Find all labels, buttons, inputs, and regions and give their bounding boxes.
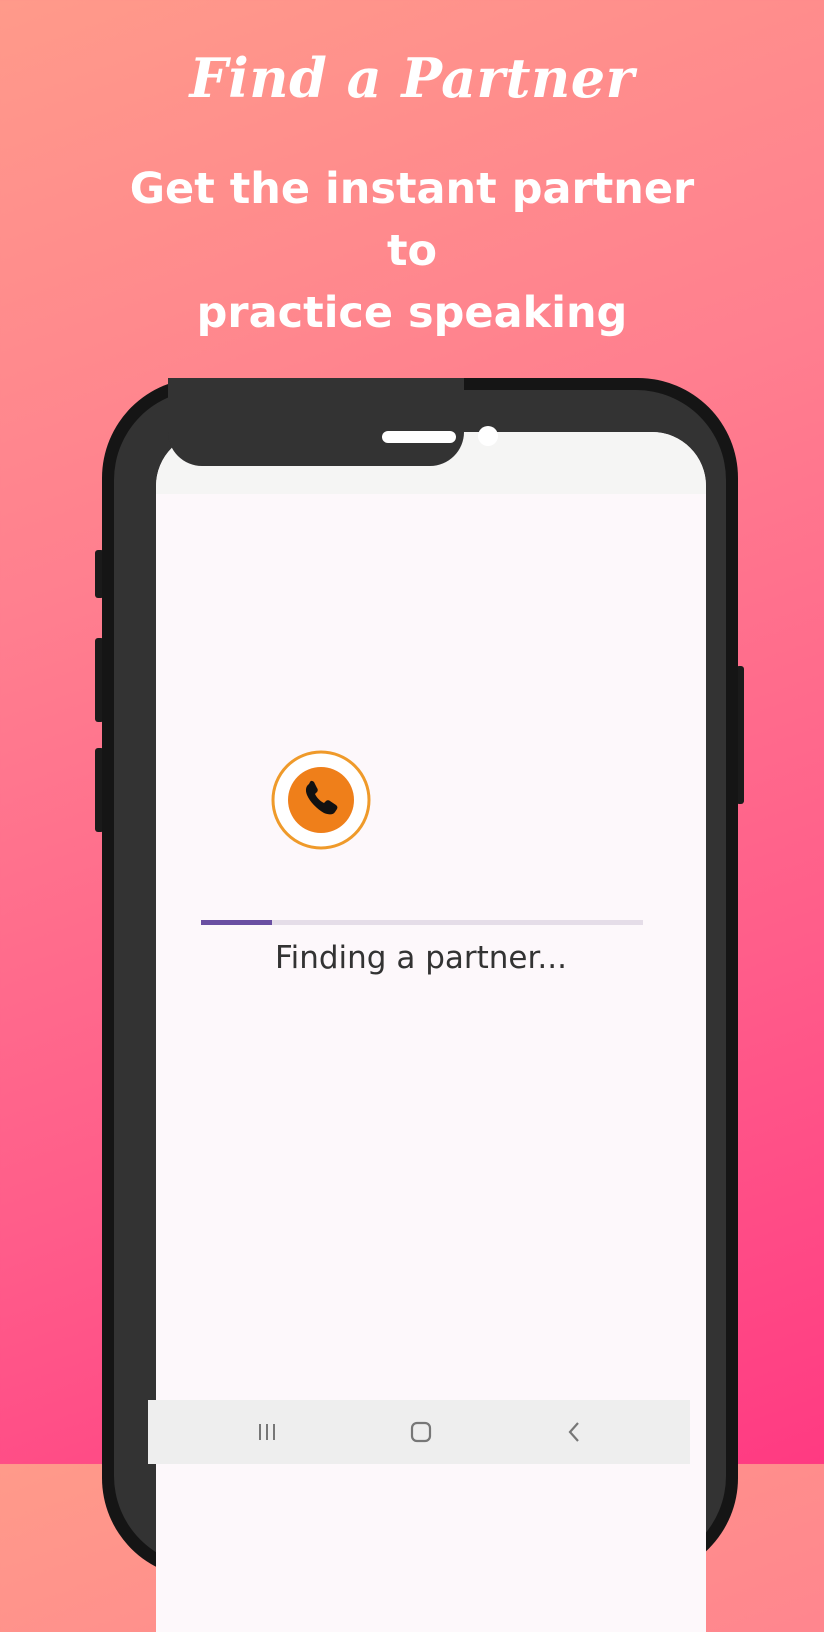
phone-call-icon: [271, 750, 371, 850]
phone-frame: [102, 378, 738, 1632]
back-icon[interactable]: [554, 1416, 594, 1448]
recents-icon[interactable]: [247, 1416, 287, 1448]
search-progress-fill: [201, 920, 272, 925]
notch-body: [168, 378, 464, 466]
finding-partner-status: Finding a partner...: [275, 940, 567, 976]
promo-subtitle-line-2: practice speaking: [196, 288, 628, 338]
home-icon[interactable]: [401, 1416, 441, 1448]
front-camera: [478, 426, 498, 446]
android-nav-bar: [148, 1400, 690, 1464]
promo-subtitle: Get the instant partner to practice spea…: [100, 158, 724, 344]
promo-subtitle-line-1: Get the instant partner to: [129, 164, 695, 276]
phone-bezel: [114, 390, 726, 1632]
search-progress-bar: [201, 920, 643, 925]
phone-notch: [168, 378, 498, 466]
promo-title: Find a Partner: [189, 46, 635, 110]
speaker-grille: [382, 431, 456, 443]
